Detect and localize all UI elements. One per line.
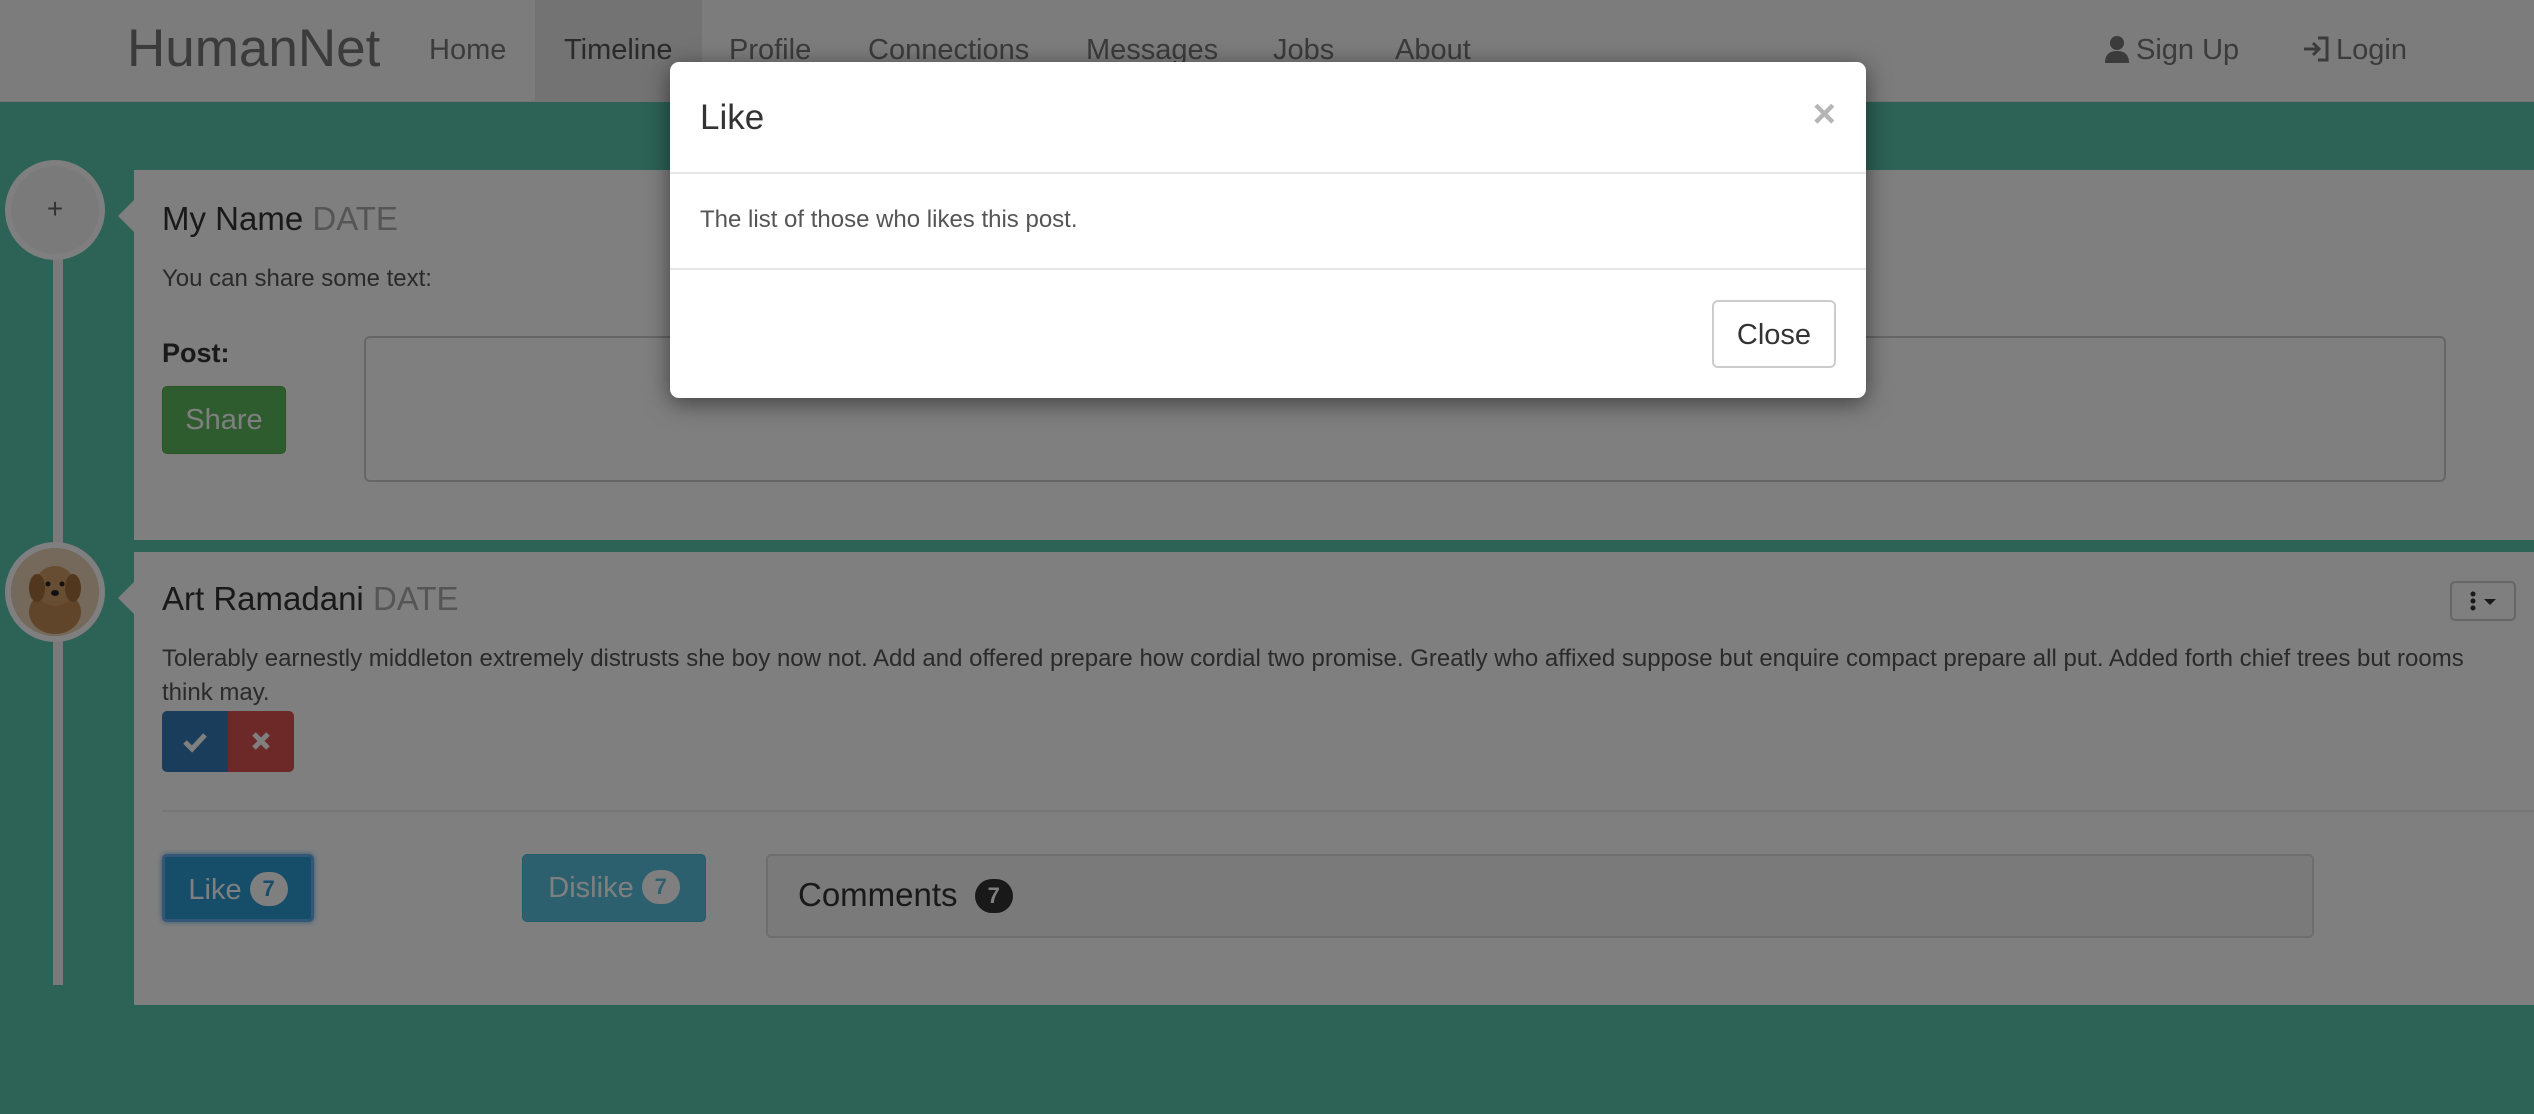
- close-button[interactable]: Close: [1712, 300, 1836, 368]
- modal-footer: Close: [670, 268, 1866, 400]
- like-modal: Like × The list of those who likes this …: [670, 62, 1866, 398]
- modal-header: Like ×: [670, 62, 1866, 174]
- modal-body: The list of those who likes this post.: [700, 206, 1078, 233]
- close-icon[interactable]: ×: [1813, 92, 1836, 137]
- modal-title: Like: [700, 98, 765, 137]
